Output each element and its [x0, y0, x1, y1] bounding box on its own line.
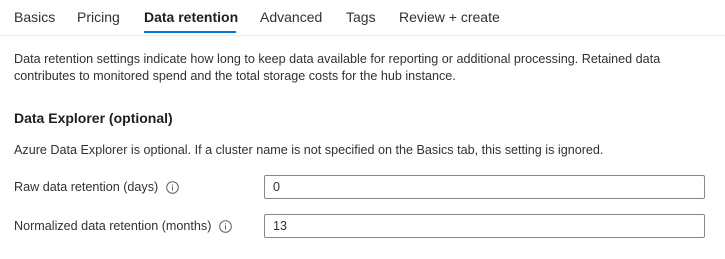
tab-pricing[interactable]: Pricing: [77, 8, 120, 26]
tab-divider: [0, 35, 725, 36]
normalized-retention-label: Normalized data retention (months): [14, 219, 212, 233]
tab-data-retention[interactable]: Data retention: [144, 8, 238, 26]
raw-retention-label: Raw data retention (days): [14, 180, 159, 194]
tab-advanced[interactable]: Advanced: [260, 8, 322, 26]
tab-tags[interactable]: Tags: [346, 8, 376, 26]
section-title: Data Explorer (optional): [14, 110, 173, 126]
info-icon[interactable]: [219, 220, 233, 233]
page-description: Data retention settings indicate how lon…: [14, 52, 661, 83]
active-tab-indicator: [144, 31, 236, 33]
tab-review-create[interactable]: Review + create: [399, 8, 500, 26]
normalized-retention-input[interactable]: [264, 214, 705, 238]
tab-basics[interactable]: Basics: [14, 8, 55, 26]
info-icon[interactable]: [166, 181, 180, 194]
tab-bar: Basics Pricing Data retention Advanced T…: [0, 0, 725, 34]
raw-retention-label-row: Raw data retention (days): [14, 179, 180, 196]
raw-retention-input[interactable]: [264, 175, 705, 199]
normalized-retention-label-row: Normalized data retention (months): [14, 218, 233, 235]
section-description: Azure Data Explorer is optional. If a cl…: [14, 143, 604, 157]
